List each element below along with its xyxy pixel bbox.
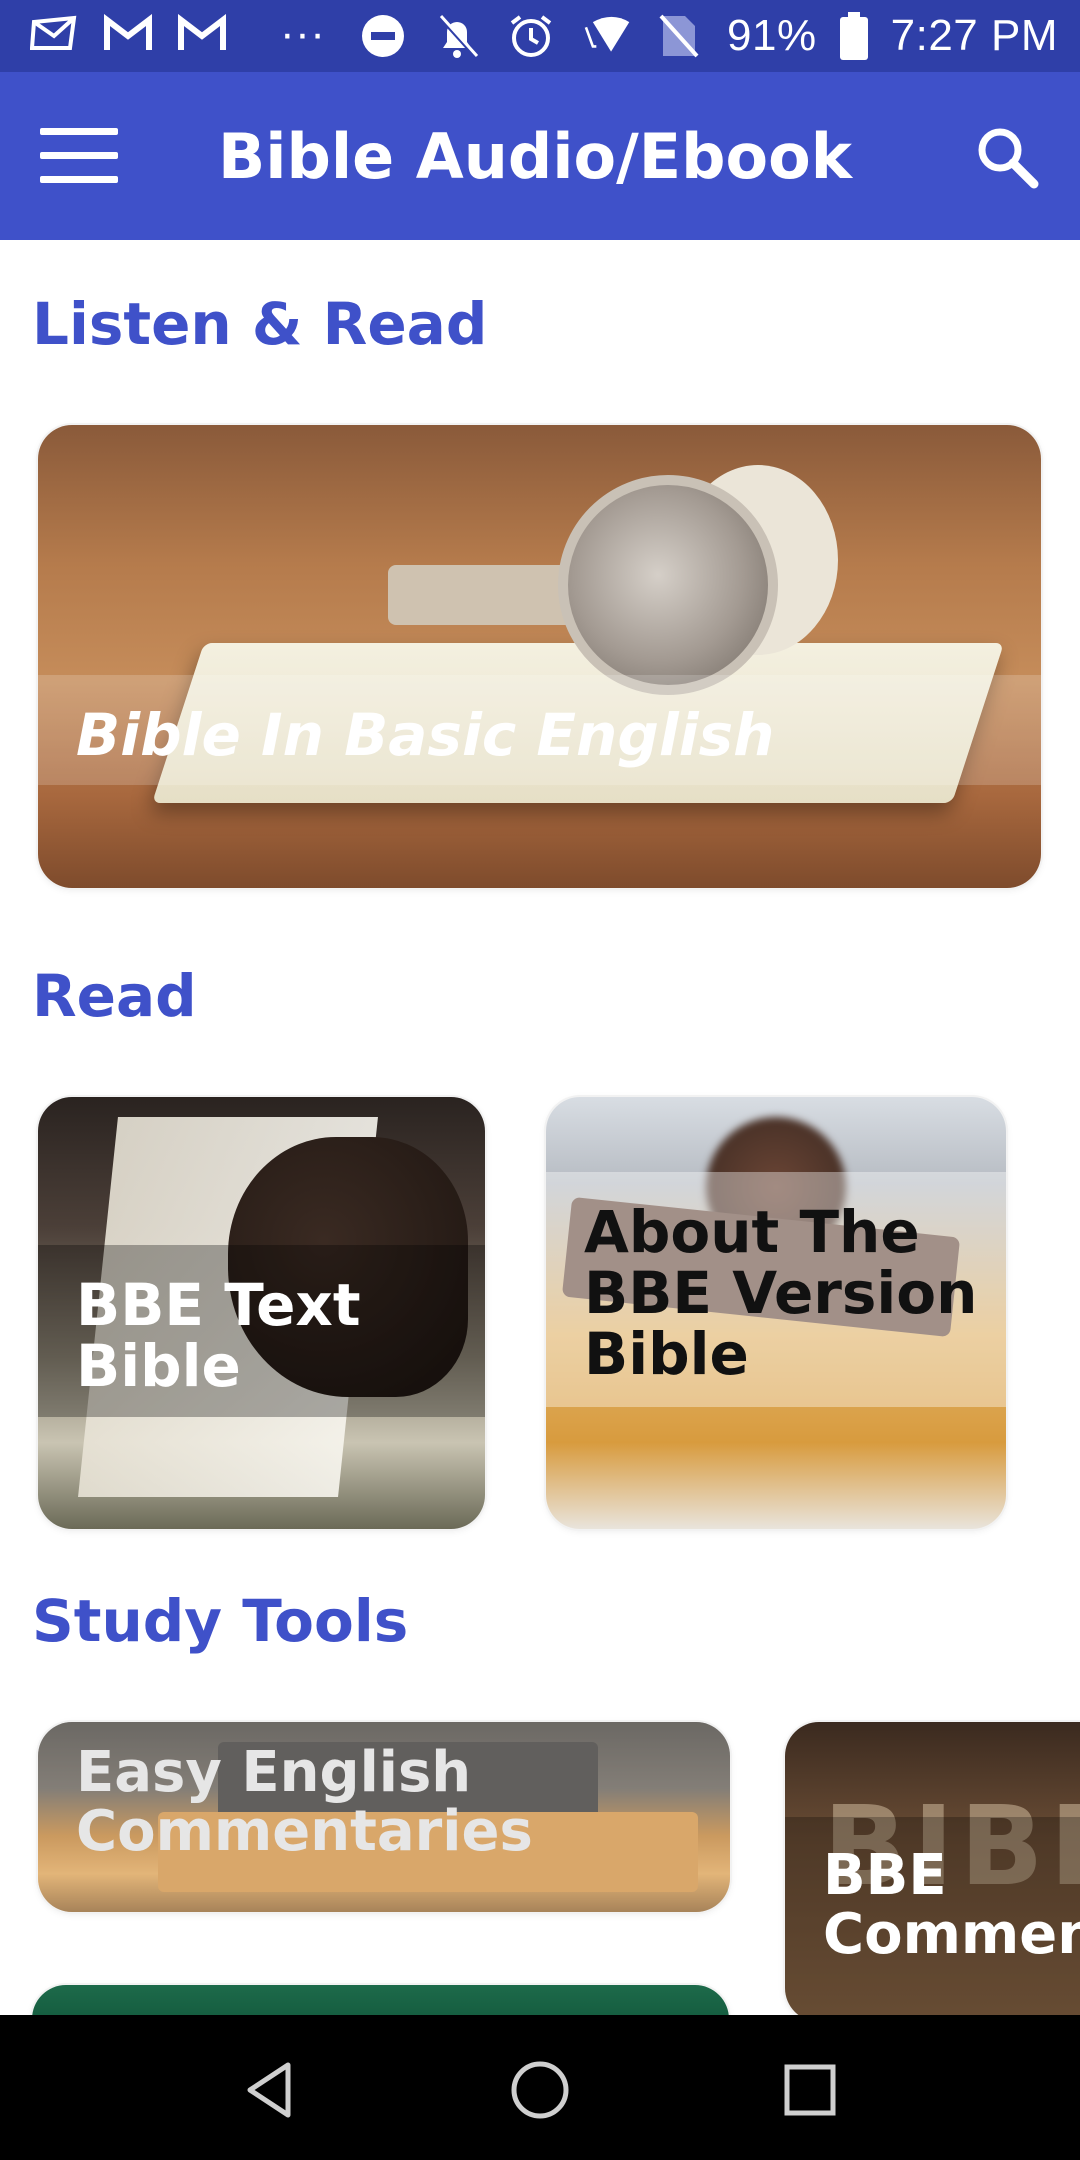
card-label-line: Comment xyxy=(823,1901,1080,1967)
section-title-listen-read: Listen & Read xyxy=(32,290,488,358)
card-label-line: BBE Text xyxy=(76,1271,361,1339)
notifications-off-icon xyxy=(431,10,483,62)
no-sim-icon xyxy=(653,10,705,62)
card-label: BBE Text Bible xyxy=(76,1275,361,1397)
recents-square-icon[interactable] xyxy=(775,2055,845,2125)
system-nav-bar xyxy=(0,2015,1080,2160)
wifi-icon xyxy=(579,10,631,62)
card-label-line: Easy English xyxy=(76,1740,472,1805)
card-label-line: Bible xyxy=(584,1319,749,1388)
clock: 7:27 PM xyxy=(890,11,1058,60)
card-about-bbe-version[interactable]: About The BBE Version Bible xyxy=(546,1097,1006,1529)
card-image-headphone-left xyxy=(558,475,778,695)
card-label-line: Bible xyxy=(76,1331,241,1400)
card-label-line: About The xyxy=(584,1198,920,1266)
email-icon xyxy=(28,8,80,60)
card-easy-english-commentaries[interactable]: Easy English Commentaries xyxy=(38,1722,730,1912)
notification-area: ··· xyxy=(28,8,325,60)
card-label: Easy English Commentaries xyxy=(76,1740,533,1864)
hamburger-menu-icon[interactable] xyxy=(40,126,124,186)
card-bbe-commentary[interactable]: BIBL BBE Comment xyxy=(785,1722,1080,2022)
app-bar: Bible Audio/Ebook xyxy=(0,72,1080,240)
alarm-icon xyxy=(505,10,557,62)
card-bbe-text-bible[interactable]: BBE Text Bible xyxy=(38,1097,485,1529)
section-title-read: Read xyxy=(32,962,197,1030)
card-label-line: BBE xyxy=(823,1843,947,1908)
card-bible-in-basic-english[interactable]: Bible In Basic English xyxy=(38,425,1041,888)
home-circle-icon[interactable] xyxy=(505,2055,575,2125)
gmail-icon xyxy=(176,8,228,60)
system-status-area: 91% 7:27 PM xyxy=(357,0,1058,72)
battery-percent: 91% xyxy=(727,11,817,60)
card-label: BBE Comment xyxy=(823,1843,1080,1967)
search-icon[interactable] xyxy=(974,124,1040,190)
card-label-line: Commentaries xyxy=(76,1798,533,1864)
card-label: Bible In Basic English xyxy=(76,701,775,769)
status-bar: ··· 91% 7:27 PM xyxy=(0,0,1080,72)
battery-icon xyxy=(839,10,869,62)
card-label-line: BBE Version xyxy=(584,1258,978,1327)
more-dots-icon: ··· xyxy=(280,9,326,58)
back-triangle-icon[interactable] xyxy=(236,2055,306,2125)
gmail-icon xyxy=(102,8,154,60)
section-title-study-tools: Study Tools xyxy=(32,1587,409,1655)
app-title: Bible Audio/Ebook xyxy=(218,120,852,193)
do-not-disturb-icon xyxy=(357,10,409,62)
card-label: About The BBE Version Bible xyxy=(584,1202,977,1385)
